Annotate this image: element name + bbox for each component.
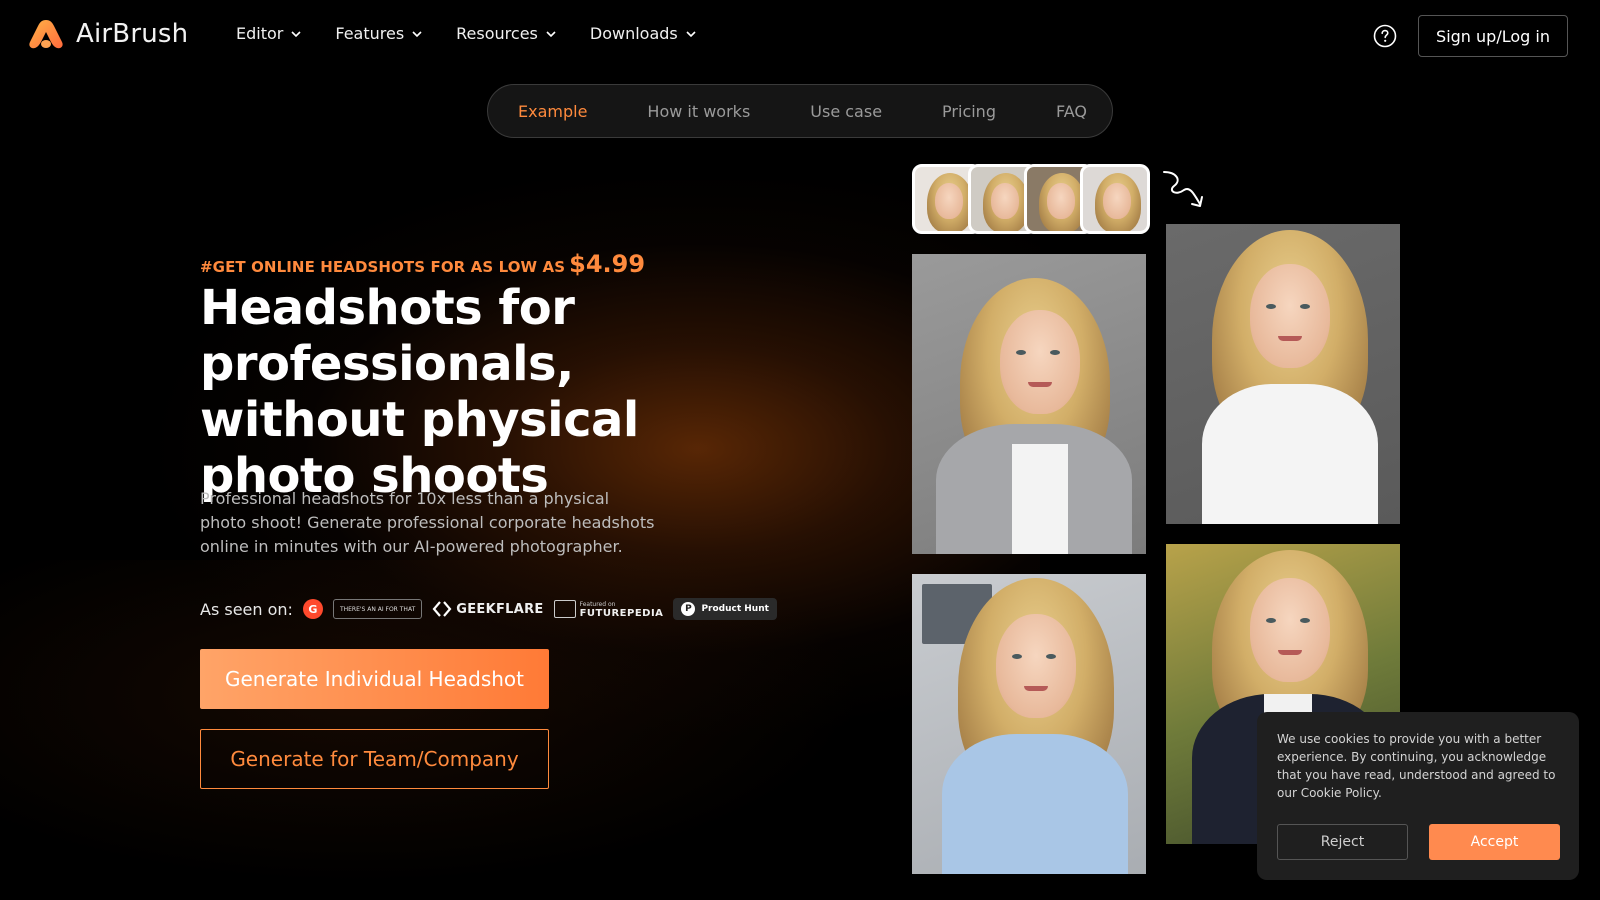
section-subnav: Example How it works Use case Pricing FA… xyxy=(487,84,1113,138)
producthunt-text: Product Hunt xyxy=(701,604,769,614)
nav-editor-label: Editor xyxy=(236,24,284,43)
nav-downloads[interactable]: Downloads xyxy=(590,24,696,43)
producthunt-badge: P Product Hunt xyxy=(673,598,777,620)
subnav-faq[interactable]: FAQ xyxy=(1056,102,1087,121)
cookie-consent-popup: We use cookies to provide you with a bet… xyxy=(1257,712,1579,880)
futurepedia-text: FUTUREPEDIA xyxy=(579,608,664,619)
cookie-accept-button[interactable]: Accept xyxy=(1429,824,1560,860)
site-header: AirBrush Editor Features Resources Downl… xyxy=(0,0,1600,72)
thumbnail-image xyxy=(1080,164,1150,234)
hero-description: Professional headshots for 10x less than… xyxy=(200,489,655,556)
futurepedia-icon xyxy=(553,600,576,618)
signup-login-button[interactable]: Sign up/Log in xyxy=(1418,15,1568,57)
headshot-photo xyxy=(912,254,1146,554)
brand-name: AirBrush xyxy=(76,19,189,49)
nav-downloads-label: Downloads xyxy=(589,24,678,43)
geekflare-text: GEEKFLARE xyxy=(456,601,544,617)
producthunt-icon: P xyxy=(681,602,696,616)
promo-text: #GET ONLINE HEADSHOTS FOR AS LOW AS xyxy=(200,258,566,276)
geekflare-icon xyxy=(432,601,452,617)
hero-headline: Headshots for professionals, without phy… xyxy=(200,280,639,504)
subnav-how-it-works[interactable]: How it works xyxy=(647,102,750,121)
curly-arrow-down-icon xyxy=(1163,171,1203,207)
headshot-photo xyxy=(912,574,1146,874)
chevron-down-icon xyxy=(291,30,301,37)
promo-price: $4.99 xyxy=(569,250,646,278)
generate-team-button[interactable]: Generate for Team/Company xyxy=(200,729,549,789)
input-photo-thumbnails xyxy=(912,164,1150,234)
theresanaiforthat-text: THERE'S AN AI FOR THAT xyxy=(339,605,416,613)
nav-features-label: Features xyxy=(335,24,405,43)
generate-individual-button[interactable]: Generate Individual Headshot xyxy=(200,649,549,709)
chevron-down-icon xyxy=(412,30,422,37)
subnav-use-case[interactable]: Use case xyxy=(810,102,882,121)
nav-resources-label: Resources xyxy=(456,24,538,43)
cookie-reject-button[interactable]: Reject xyxy=(1277,824,1408,860)
as-seen-on-label: As seen on: xyxy=(200,599,293,619)
nav-features[interactable]: Features xyxy=(335,24,422,43)
subnav-pricing[interactable]: Pricing xyxy=(942,102,996,121)
chevron-down-icon xyxy=(686,30,696,37)
nav-resources[interactable]: Resources xyxy=(456,24,556,43)
theresanaiforthat-badge: THERE'S AN AI FOR THAT xyxy=(332,599,423,619)
geekflare-logo: GEEKFLARE xyxy=(432,601,543,617)
main-nav: Editor Features Resources Downloads xyxy=(236,24,696,43)
brand-logo[interactable]: AirBrush xyxy=(28,18,188,50)
chevron-down-icon xyxy=(546,30,556,37)
promo-line: #GET ONLINE HEADSHOTS FOR AS LOW AS $4.9… xyxy=(200,250,645,278)
cookie-text: We use cookies to provide you with a bet… xyxy=(1277,732,1556,800)
futurepedia-badge: Featured on FUTUREPEDIA xyxy=(553,600,664,619)
subnav-example[interactable]: Example xyxy=(518,102,587,121)
as-seen-on: As seen on: G THERE'S AN AI FOR THAT GEE… xyxy=(200,598,777,620)
airbrush-logo-icon xyxy=(29,20,63,49)
help-circle-icon[interactable] xyxy=(1373,24,1397,48)
g2-logo: G xyxy=(302,599,323,619)
nav-editor[interactable]: Editor xyxy=(236,24,301,43)
cookie-actions: Reject Accept xyxy=(1277,824,1560,860)
headshot-photo xyxy=(1166,224,1400,524)
